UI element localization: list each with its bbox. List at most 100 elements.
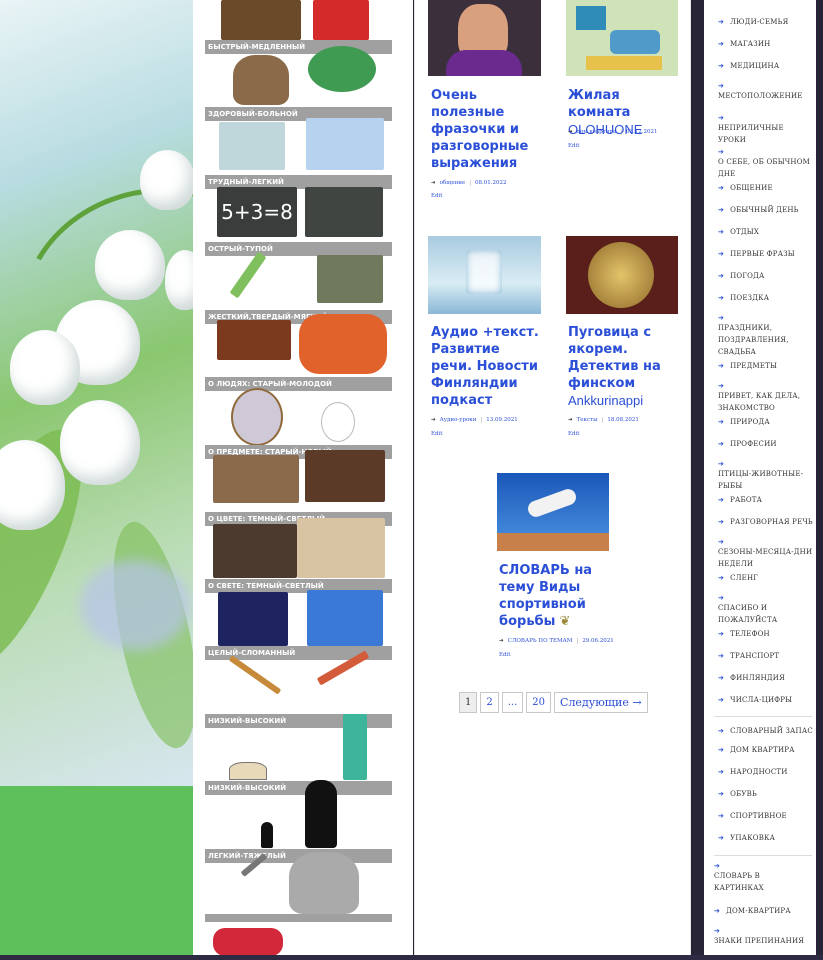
sidebar-category-link[interactable]: ➔ магазин: [718, 38, 814, 50]
sidebar-category-link[interactable]: ➔ первые фразы: [718, 248, 814, 260]
arrow-right-icon: ➔: [718, 228, 725, 236]
edit-link[interactable]: Edit: [568, 431, 580, 437]
sidebar-category-link[interactable]: ➔ праздники, поздравления, свадьба: [718, 314, 814, 358]
post-title-link[interactable]: СЛОВАРЬ на тему Виды спортивной борьбы ❦: [499, 562, 617, 630]
sidebar-category-link[interactable]: ➔ разговорная речь: [718, 516, 814, 528]
arrow-right-icon: ➔: [718, 518, 725, 526]
sidebar-category-label: Словарь в картинках: [714, 872, 764, 892]
post-title-link[interactable]: Пуговица с якорем. Детектив на финском A…: [568, 324, 686, 409]
arrow-right-icon: ➔: [718, 62, 725, 70]
post-title-link[interactable]: Аудио +текст. Развитие речи. Новости Фин…: [431, 324, 543, 409]
arrow-right-icon: ➔: [718, 382, 725, 390]
post-meta: ➔ Тексты | 18.08.2021: [568, 417, 639, 423]
sidebar-category-link[interactable]: ➔ предметы: [718, 360, 814, 372]
white-bread-image: [297, 518, 385, 578]
arrow-right-icon: ➔: [718, 184, 725, 192]
sidebar-category-label: поездка: [730, 294, 770, 302]
sidebar-category-link[interactable]: ➔ неприличные уроки: [718, 114, 814, 146]
sidebar-category-link[interactable]: ➔ транспорт: [718, 650, 814, 662]
background-green-strip: [0, 786, 193, 960]
pair-label-empty: [205, 914, 392, 922]
post-category-link[interactable]: общение: [440, 180, 466, 186]
sidebar-category-label: обувь: [730, 790, 757, 798]
sidebar-category-link[interactable]: ➔ природа: [718, 416, 814, 428]
sidebar-category-link[interactable]: ➔ поездка: [718, 292, 814, 304]
sidebar-category-label: Финляндия: [730, 674, 785, 682]
sidebar-category-link[interactable]: ➔ упаковка: [718, 832, 814, 844]
sidebar-category-link[interactable]: ➔ люди-семья: [718, 16, 814, 28]
sidebar-category-link[interactable]: ➔ отдых: [718, 226, 814, 238]
arrow-right-icon: ➔: [718, 496, 725, 504]
sidebar-category-link[interactable]: ➔ дом квартира: [718, 744, 814, 756]
sidebar-category-link[interactable]: ➔ медицина: [718, 60, 814, 72]
sidebar-category-link[interactable]: ➔ работа: [718, 494, 814, 506]
sidebar-category-link[interactable]: ➔ Дом-квартира: [714, 905, 810, 917]
sidebar-category-link[interactable]: ➔ погода: [718, 270, 814, 282]
red-book-image: [313, 0, 369, 40]
sidebar-divider: [714, 855, 812, 856]
page-bottom-bar: [0, 955, 823, 960]
pagination: 1 2 ... 20 Следующие →: [459, 692, 648, 713]
sidebar-category-label: упаковка: [730, 834, 776, 842]
sidebar-category-link[interactable]: ➔ о себе, об обычном дне: [718, 148, 814, 180]
page-link[interactable]: 20: [526, 692, 552, 713]
sidebar-category-link[interactable]: ➔ общение: [718, 182, 814, 194]
night-city-image: [218, 592, 288, 646]
sidebar-category-label: спортивное: [730, 812, 787, 820]
page-ellipsis: ...: [501, 692, 524, 713]
post-thumbnail[interactable]: [428, 236, 541, 314]
sidebar-category-link[interactable]: ➔ спасибо и пожалуйста: [718, 594, 814, 626]
sidebar-category-label: народности: [730, 768, 788, 776]
post-thumbnail[interactable]: [566, 236, 678, 314]
sidebar-category-link[interactable]: ➔ обувь: [718, 788, 814, 800]
book-stack-image: [221, 0, 301, 40]
sidebar-category-link[interactable]: ➔ Словарь в картинках: [714, 862, 810, 894]
sidebar-category-link[interactable]: ➔ Финляндия: [718, 672, 814, 684]
arrow-right-icon: ➔: [718, 418, 725, 426]
post-title-text[interactable]: СЛОВАРЬ на тему Виды спортивной борьбы: [499, 563, 592, 629]
sidebar-category-link[interactable]: ➔ Словарный запас: [718, 725, 814, 737]
arrow-right-icon: ➔: [718, 250, 725, 258]
sidebar-category-label: погода: [730, 272, 765, 280]
post-category-link[interactable]: Тексты: [577, 417, 598, 423]
sidebar-category-link[interactable]: ➔ привет, как дела, знакомство: [718, 382, 814, 414]
post-subtitle[interactable]: Ankkurinappi: [568, 392, 686, 409]
sidebar-category-label: люди-семья: [730, 18, 789, 26]
post-category-link[interactable]: дом квартира: [577, 129, 617, 135]
edit-link[interactable]: Edit: [431, 431, 443, 437]
post-meta: ➔ Аудио-уроки | 13.09.2021: [431, 417, 518, 423]
post-category-link[interactable]: Аудио-уроки: [440, 417, 477, 423]
sidebar-category-label: Дом-квартира: [726, 907, 791, 915]
sidebar-category-link[interactable]: ➔ телефон: [718, 628, 814, 640]
sidebar-category-label: привет, как дела, знакомство: [718, 392, 801, 412]
post-title-link[interactable]: Очень полезные фразочки и разговорные вы…: [431, 87, 541, 172]
sidebar-category-link[interactable]: ➔ професии: [718, 438, 814, 450]
arrow-right-icon: ➔: [718, 696, 725, 704]
sidebar-category-link[interactable]: ➔ обычный день: [718, 204, 814, 216]
next-page-link[interactable]: Следующие →: [554, 692, 648, 713]
post-thumbnail[interactable]: [566, 0, 678, 76]
sidebar-category-link[interactable]: ➔ народности: [718, 766, 814, 778]
edit-link[interactable]: Edit: [499, 652, 511, 658]
sunflowers-image: [307, 590, 383, 646]
post-meta: ➔ СЛОВАРЬ ПО ТЕМАМ | 29.06.2021: [499, 638, 614, 644]
sidebar-category-link[interactable]: ➔ птицы-животные-рыбы: [718, 460, 814, 492]
elephant-image: [289, 852, 359, 914]
page-link[interactable]: 2: [480, 692, 499, 713]
sidebar-category-link[interactable]: ➔ сленг: [718, 572, 814, 584]
short-figure-image: [261, 822, 273, 848]
sidebar-category-link[interactable]: ➔ местоположение: [718, 82, 814, 102]
post-category-link[interactable]: СЛОВАРЬ ПО ТЕМАМ: [508, 638, 573, 644]
edit-link[interactable]: Edit: [568, 143, 580, 149]
post-thumbnail[interactable]: [428, 0, 541, 76]
new-shoes-image: [305, 450, 385, 502]
post-thumbnail[interactable]: [497, 473, 609, 551]
sidebar-category-link[interactable]: ➔ знаки препинания: [714, 927, 810, 947]
sidebar-category-link[interactable]: ➔ спортивное: [718, 810, 814, 822]
sidebar-category-link[interactable]: ➔ сезоны-месяца-дни недели: [718, 538, 814, 570]
sidebar-category-link[interactable]: ➔ числа-цифры: [718, 694, 814, 706]
edit-link[interactable]: Edit: [431, 193, 443, 199]
low-house-image: [229, 762, 267, 780]
post-title-text[interactable]: Пуговица с якорем. Детектив на финском: [568, 325, 661, 391]
post-title-text[interactable]: Жилая комната: [568, 88, 630, 120]
